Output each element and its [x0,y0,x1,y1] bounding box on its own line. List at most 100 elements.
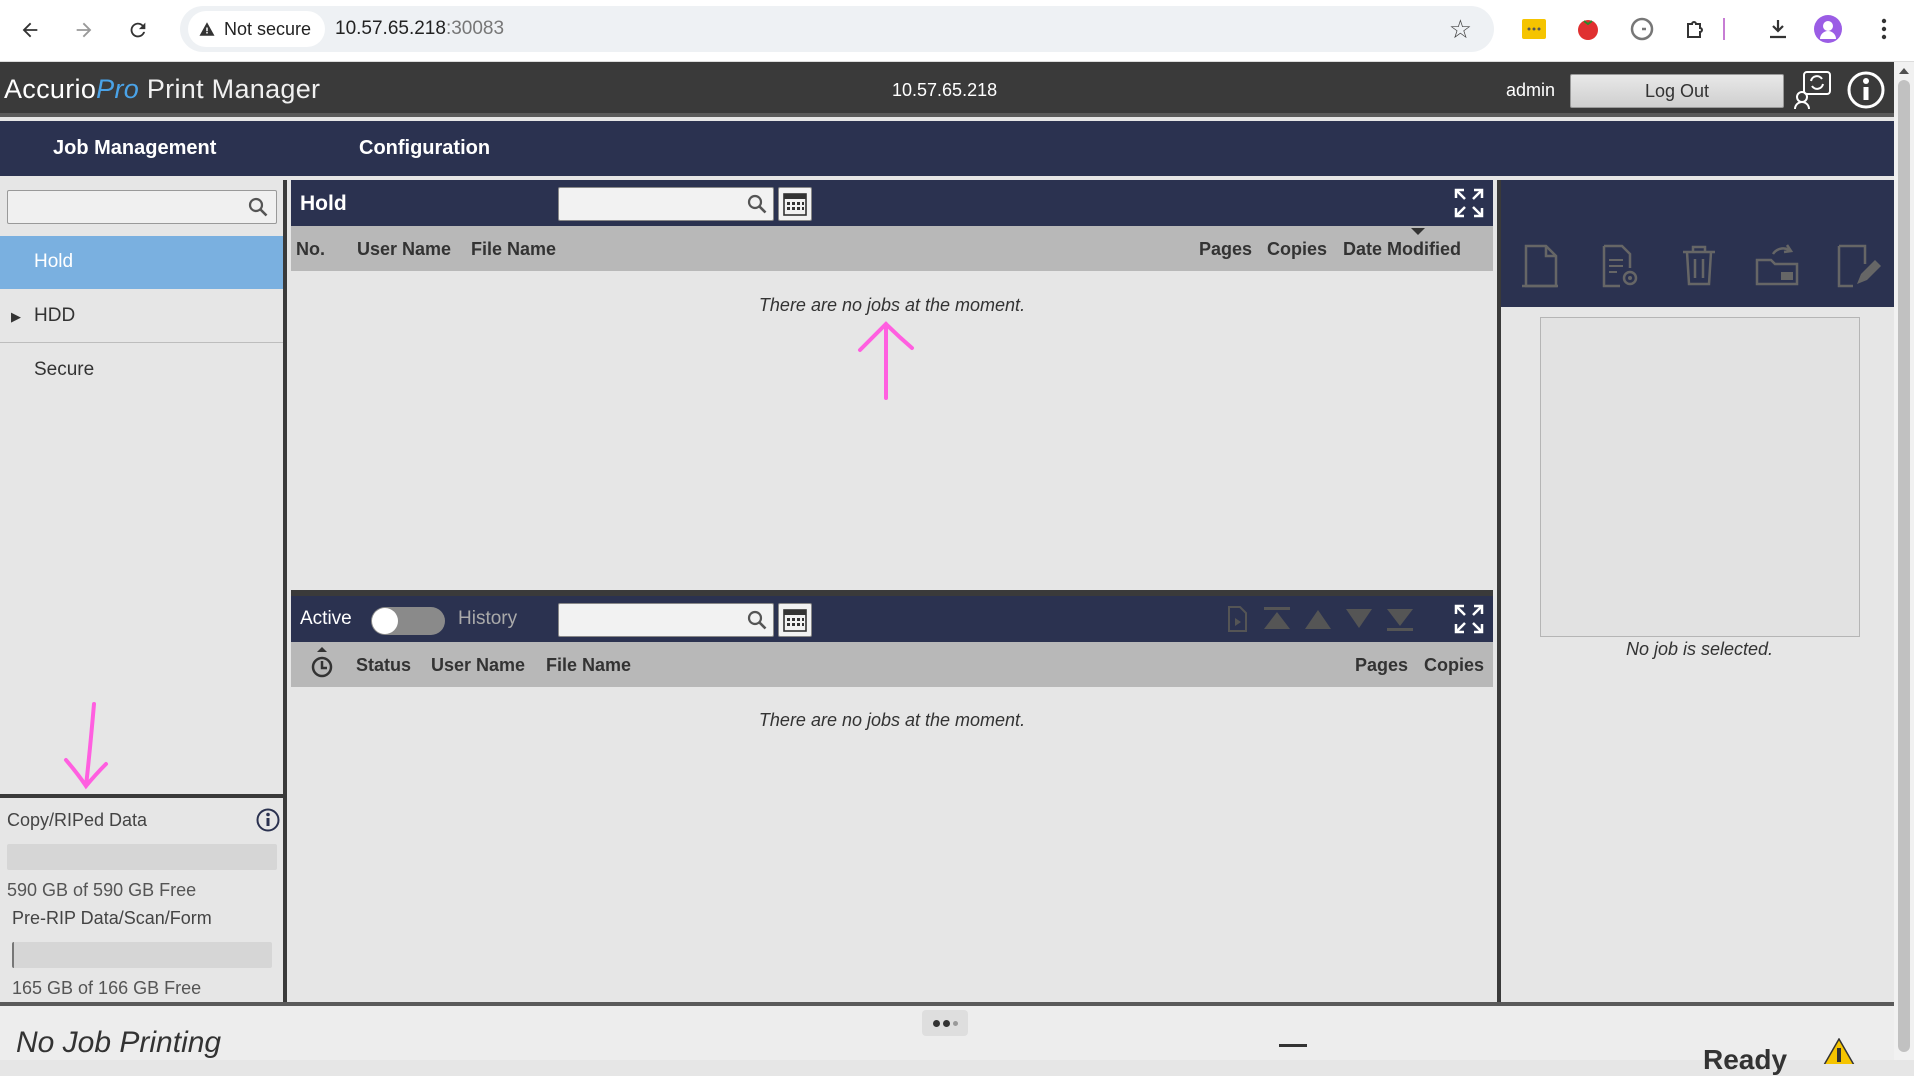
address-bar[interactable]: Not secure 10.57.65.218:30083 ☆ [180,6,1494,52]
url-text[interactable]: 10.57.65.218:30083 [335,18,504,40]
logo-product-text: Print Manager [139,74,321,104]
nav-configuration[interactable]: Configuration [359,137,490,160]
storage-bar-copy [7,844,277,870]
storage-free-copy: 590 GB of 590 GB Free [7,880,197,900]
trash-icon[interactable] [1675,242,1723,290]
logo-pro-text: Pro [96,74,140,104]
page-scrollbar[interactable] [1894,62,1914,1060]
active-empty-message: There are no jobs at the moment. [758,710,1026,730]
download-icon[interactable] [1762,13,1794,45]
logout-button[interactable]: Log Out [1570,74,1784,108]
column-no[interactable]: No. [296,239,325,260]
active-search-input[interactable] [558,603,774,637]
folder-search-field[interactable] [8,191,238,221]
main-nav: Job Management Configuration [0,121,1894,176]
back-button[interactable] [12,12,48,48]
hold-search-field[interactable] [559,188,739,218]
forward-button[interactable] [66,12,102,48]
edit-document-icon[interactable] [1833,242,1881,290]
status-bar: No Job Printing Ready [0,1002,1894,1075]
storage-info: Copy/RIPed Data 590 GB of 590 GB Free Pr… [0,794,283,1002]
panel-title: Hold [300,192,347,215]
folder-sidebar: Hold ▶ HDD Secure Copy/RIPed Data 590 GB… [0,180,287,1002]
reload-button[interactable] [120,12,156,48]
toggle-knob [372,608,398,634]
bookmark-star-icon[interactable]: ☆ [1449,14,1472,45]
move-to-bottom-icon[interactable] [1384,604,1416,634]
profile-avatar-icon[interactable] [1812,13,1844,45]
storage-title-prerip: Pre-RIP Data/Scan/Form [12,908,212,928]
sidebar-item-hold[interactable]: Hold [0,236,283,289]
user-name: admin [1506,80,1556,100]
app-logo: AccurioPro Print Manager [4,74,320,105]
job-action-toolbar [1501,180,1898,307]
search-icon[interactable] [747,194,767,214]
security-chip[interactable]: Not secure [188,11,326,47]
scroll-up-arrow-icon[interactable] [1899,68,1909,74]
maximize-icon[interactable] [1454,604,1484,634]
info-icon[interactable] [1846,70,1886,110]
arrow-right-icon [76,22,92,38]
no-selection-message: No job is selected. [1625,639,1774,659]
column-copies[interactable]: Copies [1267,239,1327,260]
browser-menu-icon[interactable] [1868,13,1900,45]
scrollbar-thumb[interactable] [1898,80,1910,1052]
search-icon[interactable] [747,610,767,630]
sidebar-item-hdd[interactable]: ▶ HDD [0,290,283,343]
move-down-icon[interactable] [1343,604,1375,634]
printing-status: No Job Printing [16,1026,222,1059]
folder-search-input[interactable] [7,190,277,224]
column-user-name[interactable]: User Name [357,239,451,260]
hold-search-input[interactable] [558,187,774,221]
security-label: Not secure [224,18,312,39]
status-bar-drag-handle[interactable] [922,1010,968,1036]
calendar-button[interactable] [778,187,812,221]
info-icon[interactable] [256,808,280,832]
move-to-folder-icon[interactable] [1753,242,1801,290]
storage-free-prerip: 165 GB of 166 GB Free [12,978,202,998]
active-search-field[interactable] [559,604,739,634]
clock-sort-icon[interactable] [310,646,334,682]
column-user-name[interactable]: User Name [431,655,525,676]
extension-grammarly-icon[interactable] [1626,13,1658,45]
extension-notes-icon[interactable] [1518,13,1550,45]
sidebar-item-label: Hold [34,251,74,272]
sidebar-item-label: Secure [34,359,95,380]
document-icon[interactable] [1516,242,1564,290]
search-icon[interactable] [248,197,268,217]
move-to-top-icon[interactable] [1261,604,1293,634]
reload-icon [130,22,146,38]
warning-triangle-icon[interactable] [1819,1038,1859,1064]
refresh-user-icon[interactable] [1794,70,1834,110]
active-panel-header: Active History [291,596,1493,642]
column-copies[interactable]: Copies [1424,655,1484,676]
active-history-toggle[interactable] [371,607,445,635]
hold-empty-message: There are no jobs at the moment. [758,295,1026,315]
arrow-left-icon [22,22,38,38]
machine-status: Ready [1703,1044,1788,1075]
calendar-button[interactable] [778,603,812,637]
host-ip: 10.57.65.218 [892,80,998,100]
hold-panel-header: Hold [291,180,1493,226]
document-settings-icon[interactable] [1596,242,1644,290]
active-label: Active [300,608,352,629]
extensions-puzzle-icon[interactable] [1680,13,1712,45]
toolbar-divider [1722,13,1726,45]
calendar-icon [783,193,807,216]
browser-toolbar: Not secure 10.57.65.218:30083 ☆ [0,0,1914,62]
nav-job-management[interactable]: Job Management [53,137,216,160]
move-up-icon[interactable] [1302,604,1334,634]
column-pages[interactable]: Pages [1355,655,1408,676]
maximize-icon[interactable] [1454,188,1484,218]
column-pages[interactable]: Pages [1199,239,1252,260]
minimize-icon[interactable] [1279,1044,1307,1047]
column-file-name[interactable]: File Name [471,239,556,260]
sidebar-item-secure[interactable]: Secure [0,344,283,397]
column-status[interactable]: Status [356,655,411,676]
column-file-name[interactable]: File Name [546,655,631,676]
column-date-modified[interactable]: Date Modified [1343,239,1461,260]
print-job-icon[interactable] [1221,604,1253,634]
expand-triangle-icon[interactable]: ▶ [11,309,21,325]
sidebar-item-label: HDD [34,305,76,326]
extension-tomato-icon[interactable] [1572,13,1604,45]
